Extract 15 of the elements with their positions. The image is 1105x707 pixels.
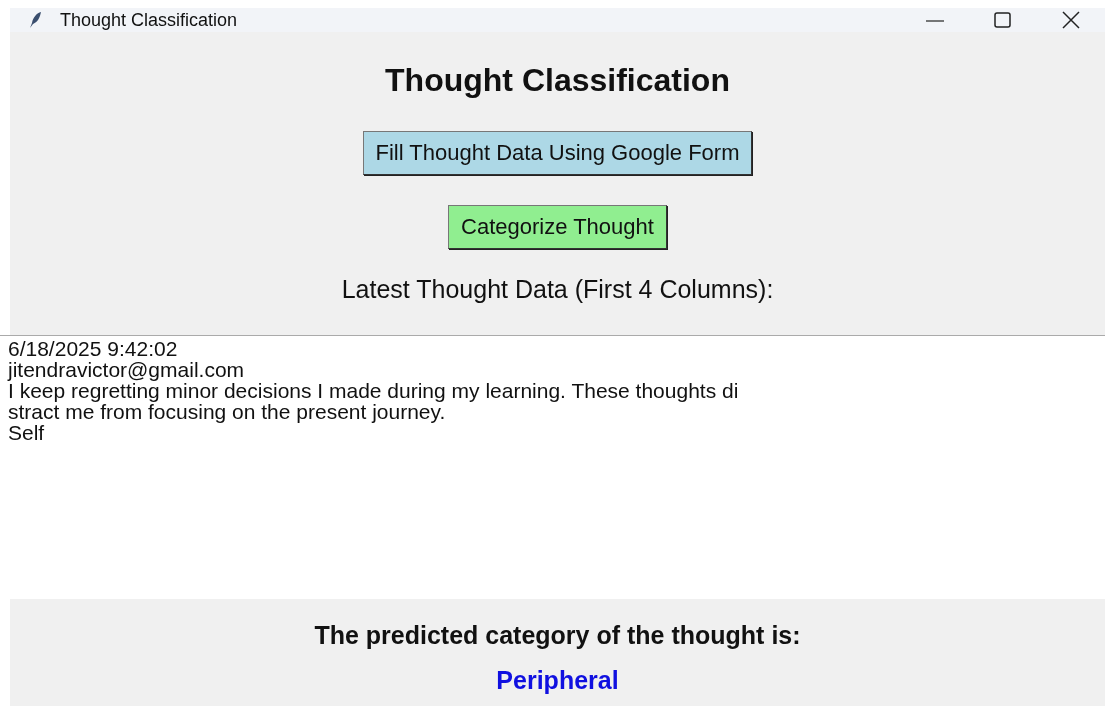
data-line: stract me from focusing on the present journey. [8, 401, 446, 422]
close-icon[interactable] [1061, 10, 1081, 30]
result-label: The predicted category of the thought is: [314, 621, 801, 650]
data-line: I keep regretting minor decisions I made during my learning. These thoughts di [8, 380, 739, 401]
data-line: jitendravictor@gmail.com [8, 359, 245, 380]
app-heading: Thought Classification [385, 62, 730, 99]
data-line: 6/18/2025 9:42:02 [8, 338, 178, 359]
maximize-icon[interactable] [993, 10, 1013, 30]
data-label: Latest Thought Data (First 4 Columns): [341, 275, 774, 304]
categorize-button[interactable]: Categorize Thought [448, 205, 667, 249]
window-title: Thought Classification [60, 9, 238, 31]
google-form-button[interactable]: Fill Thought Data Using Google Form [362, 131, 753, 175]
predicted-category: Peripheral [496, 666, 619, 695]
data-line: Self [8, 422, 45, 443]
feather-icon [28, 11, 42, 29]
